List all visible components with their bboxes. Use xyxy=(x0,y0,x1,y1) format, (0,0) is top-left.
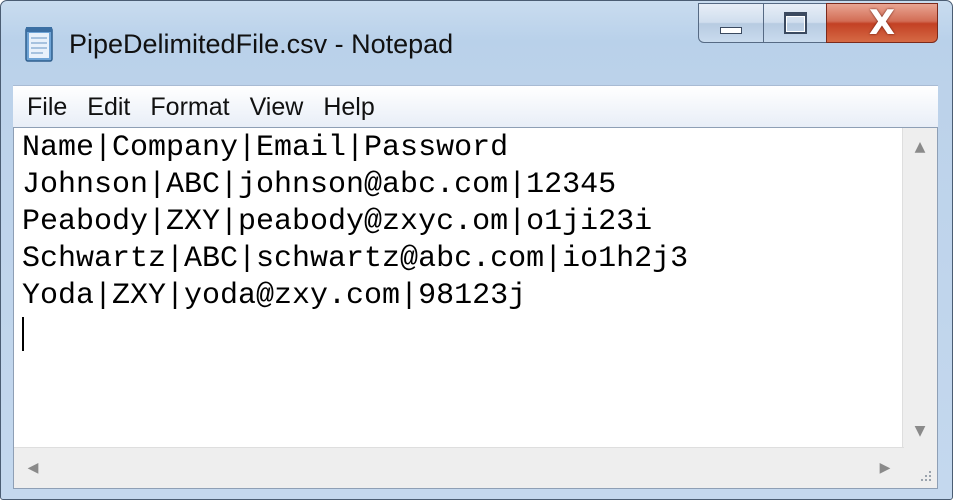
menu-help[interactable]: Help xyxy=(323,89,374,125)
text-line: Yoda|ZXY|yoda@zxy.com|98123j xyxy=(22,279,527,313)
close-button[interactable]: X xyxy=(826,3,938,43)
scroll-up-icon[interactable]: ▲ xyxy=(903,130,937,164)
menu-file[interactable]: File xyxy=(27,89,67,125)
scroll-right-icon[interactable]: ▶ xyxy=(870,448,900,488)
text-line: Peabody|ZXY|peabody@zxyc.om|o1ji23i xyxy=(22,205,653,239)
scroll-left-icon[interactable]: ◀ xyxy=(18,448,48,488)
caret-line xyxy=(22,315,902,352)
resize-grip-icon[interactable] xyxy=(903,448,937,488)
maximize-icon xyxy=(783,12,807,34)
maximize-button[interactable] xyxy=(763,3,827,43)
notepad-icon xyxy=(25,27,53,62)
text-editor[interactable]: Name|Company|Email|Password Johnson|ABC|j… xyxy=(13,127,938,489)
menu-format[interactable]: Format xyxy=(150,89,229,125)
text-area[interactable]: Name|Company|Email|Password Johnson|ABC|j… xyxy=(22,130,902,445)
text-line: Name|Company|Email|Password xyxy=(22,131,509,165)
text-line: Johnson|ABC|johnson@abc.com|12345 xyxy=(22,168,617,202)
menu-view[interactable]: View xyxy=(250,89,304,125)
menu-edit[interactable]: Edit xyxy=(87,89,130,125)
minimize-icon xyxy=(720,26,742,34)
scroll-down-icon[interactable]: ▼ xyxy=(903,414,937,448)
title-bar[interactable]: PipeDelimitedFile.csv - Notepad X xyxy=(1,1,952,85)
window-title: PipeDelimitedFile.csv - Notepad xyxy=(69,29,454,59)
vertical-scrollbar[interactable]: ▲ ▼ xyxy=(902,128,937,448)
text-line: Schwartz|ABC|schwartz@abc.com|io1h2j3 xyxy=(22,242,689,276)
notepad-window: PipeDelimitedFile.csv - Notepad X File E… xyxy=(0,0,953,500)
menu-bar: File Edit Format View Help xyxy=(13,85,938,127)
text-caret xyxy=(22,317,24,351)
close-icon: X xyxy=(868,3,896,43)
horizontal-scrollbar[interactable]: ◀ ▶ xyxy=(14,447,904,488)
minimize-button[interactable] xyxy=(698,3,764,43)
